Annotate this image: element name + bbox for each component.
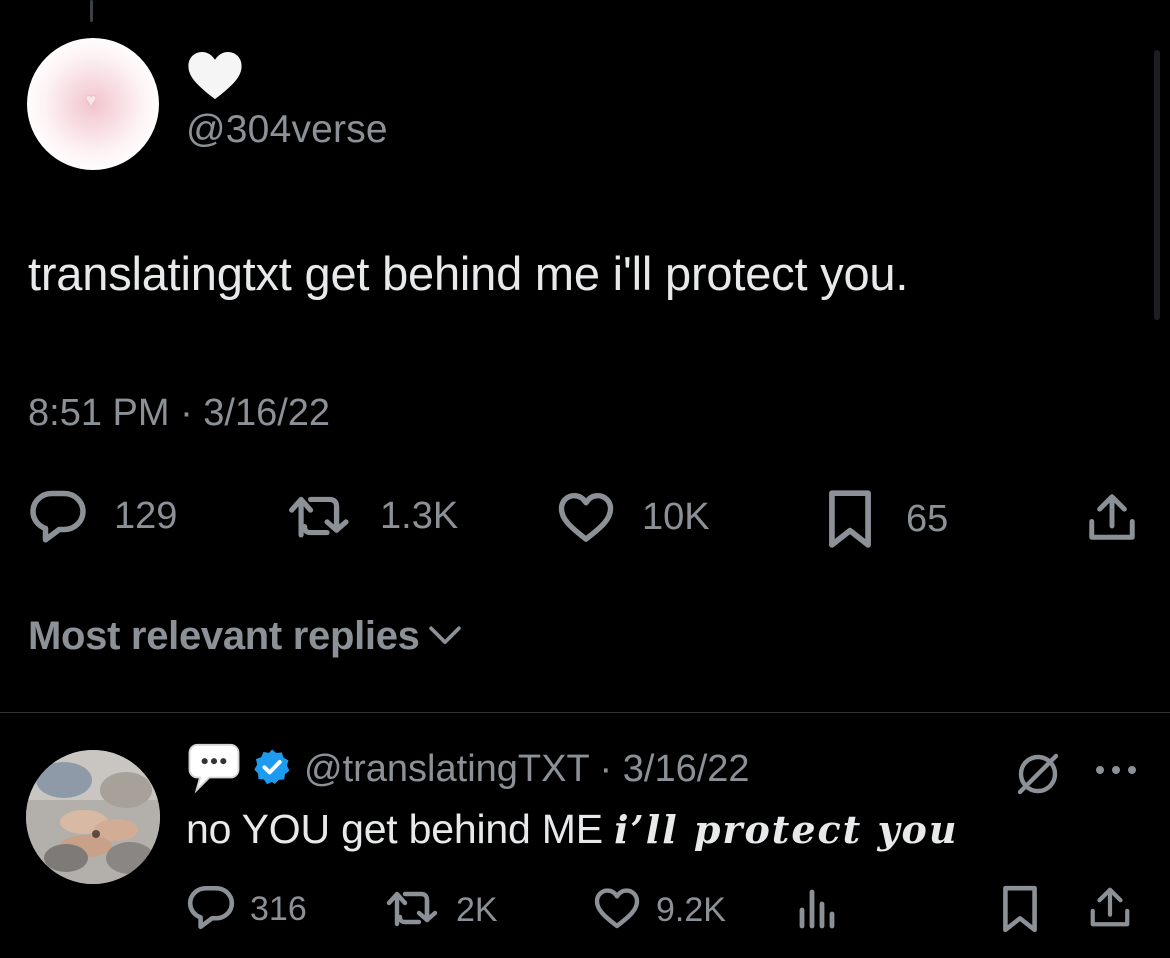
like-button[interactable]: 10K bbox=[556, 490, 710, 544]
reply-like-count: 9.2K bbox=[656, 891, 726, 929]
avatar[interactable]: ♥ bbox=[27, 38, 159, 170]
verified-badge-icon bbox=[252, 747, 292, 792]
share-icon bbox=[1088, 884, 1132, 935]
replies-sort-label: Most relevant replies bbox=[28, 614, 420, 658]
bookmark-count: 65 bbox=[906, 497, 949, 540]
chevron-down-icon bbox=[420, 621, 462, 652]
like-icon bbox=[556, 490, 616, 544]
like-count: 10K bbox=[642, 495, 710, 538]
reply-text-fancy: i’ll protect you bbox=[614, 807, 959, 852]
tweet-text: translatingtxt get behind me i'll protec… bbox=[28, 247, 909, 300]
reply-text: no YOU get behind ME i’ll protect you bbox=[186, 806, 959, 853]
reply-text-plain: no YOU get behind ME bbox=[186, 806, 615, 852]
scrollbar[interactable] bbox=[1154, 50, 1160, 320]
replies-sort-dropdown[interactable]: Most relevant replies bbox=[28, 614, 462, 659]
display-name-heart-icon[interactable] bbox=[186, 48, 244, 106]
user-handle[interactable]: @304verse bbox=[186, 108, 388, 152]
reply-like-button[interactable]: 9.2K bbox=[592, 886, 726, 935]
reply-avatar[interactable] bbox=[26, 750, 160, 884]
reply-share-button[interactable] bbox=[1088, 884, 1132, 935]
reply-reply-button[interactable]: 316 bbox=[186, 884, 307, 935]
reply-icon bbox=[186, 884, 236, 935]
divider bbox=[0, 712, 1170, 713]
repost-icon bbox=[286, 490, 354, 542]
grok-icon[interactable] bbox=[1014, 750, 1062, 803]
share-button[interactable] bbox=[1086, 490, 1138, 544]
reply-repost-count: 2K bbox=[456, 891, 498, 929]
reply-icon bbox=[28, 488, 88, 544]
reply-handle-date[interactable]: @translatingTXT · 3/16/22 bbox=[304, 748, 750, 791]
share-icon bbox=[1086, 490, 1138, 544]
speech-bubble-icon bbox=[186, 739, 242, 800]
reply-bookmark-button[interactable] bbox=[1000, 884, 1040, 939]
reply-repost-button[interactable]: 2K bbox=[384, 886, 498, 935]
reply-button[interactable]: 129 bbox=[28, 488, 177, 544]
reply-reply-count: 316 bbox=[250, 890, 307, 928]
reply-views-button[interactable] bbox=[796, 886, 836, 935]
avatar-heart-icon: ♥ bbox=[85, 89, 97, 110]
bookmark-button[interactable]: 65 bbox=[826, 488, 948, 550]
repost-count: 1.3K bbox=[380, 494, 459, 537]
like-icon bbox=[592, 886, 642, 935]
tweet-timestamp[interactable]: 8:51 PM · 3/16/22 bbox=[28, 392, 330, 435]
bookmark-icon bbox=[826, 488, 874, 550]
reply-count: 129 bbox=[114, 494, 178, 537]
thread-line bbox=[90, 0, 93, 22]
repost-button[interactable]: 1.3K bbox=[286, 490, 458, 542]
more-icon[interactable] bbox=[1094, 762, 1138, 783]
views-icon bbox=[796, 886, 836, 935]
reply-header: @translatingTXT · 3/16/22 bbox=[186, 740, 750, 798]
repost-icon bbox=[384, 886, 442, 935]
bookmark-icon bbox=[1000, 884, 1040, 939]
